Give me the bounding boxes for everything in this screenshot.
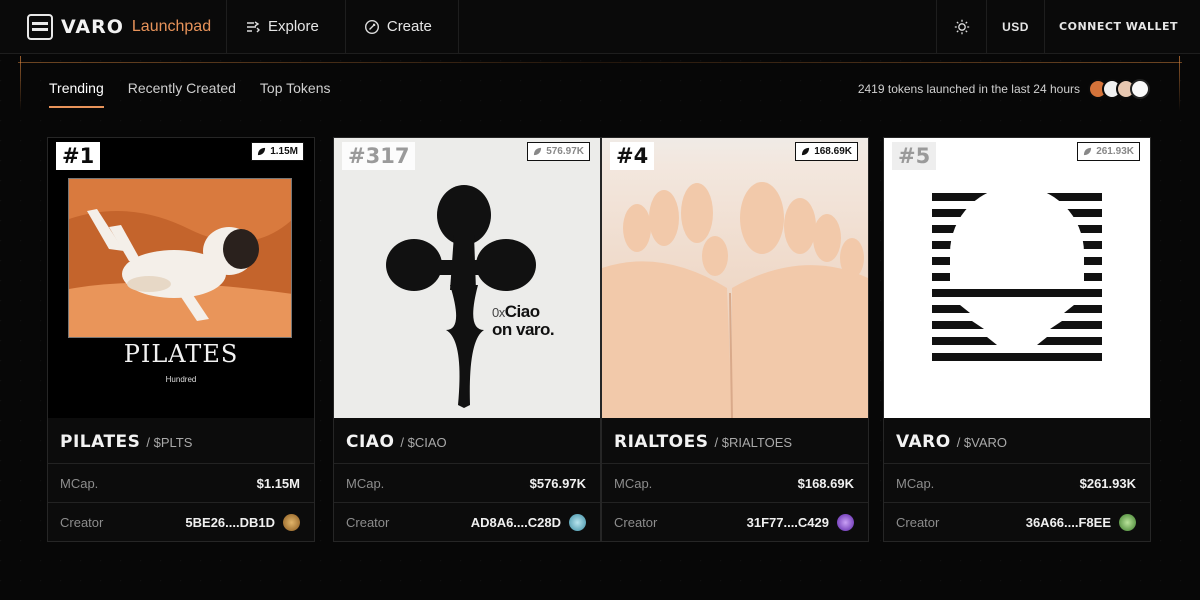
- creator-row: Creator 36A66....F8EE: [884, 502, 1150, 541]
- mcap-row: MCap. $168.69K: [602, 463, 868, 502]
- mcap-label: MCap.: [896, 475, 935, 491]
- creator-row: Creator 31F77....C429: [602, 502, 868, 541]
- explore-icon: [247, 20, 260, 32]
- creator-row: Creator 5BE26....DB1D: [48, 502, 314, 541]
- theme-toggle-button[interactable]: [936, 0, 988, 53]
- leaf-icon: [1084, 147, 1092, 156]
- leaf-icon: [802, 147, 810, 156]
- token-name: PILATES: [60, 432, 141, 452]
- tab-top-tokens[interactable]: Top Tokens: [260, 80, 331, 108]
- nav-create[interactable]: Create: [346, 0, 459, 53]
- dog-photo: [68, 178, 292, 338]
- rank-badge: #4: [610, 142, 655, 170]
- rank-badge: #1: [56, 142, 101, 170]
- leaf-icon: [534, 147, 542, 156]
- token-image: #5 261.93K: [884, 138, 1150, 418]
- rank-badge: #5: [892, 142, 937, 170]
- art-caption: 0xCiao on varo.: [492, 302, 555, 339]
- creator-address[interactable]: 31F77....C429: [747, 515, 829, 530]
- nav-explore-label: Explore: [268, 18, 319, 35]
- token-name: CIAO: [346, 432, 395, 452]
- mcap-badge: 1.15M: [251, 142, 304, 161]
- mcap-row: MCap. $576.97K: [334, 463, 600, 502]
- mcap-badge-value: 576.97K: [546, 146, 584, 157]
- mcap-badge: 261.93K: [1077, 142, 1140, 161]
- creator-label: Creator: [60, 514, 104, 530]
- tab-recently-created[interactable]: Recently Created: [128, 80, 236, 108]
- brand-name: VARO: [61, 15, 124, 38]
- token-image: #317 576.97K 0xCiao on varo.: [334, 138, 600, 418]
- cross-symbol-art: [386, 185, 536, 408]
- creator-address[interactable]: AD8A6....C28D: [471, 515, 561, 530]
- mcap-row: MCap. $261.93K: [884, 463, 1150, 502]
- mcap-value: $576.97K: [529, 475, 586, 491]
- creator-address[interactable]: 36A66....F8EE: [1026, 515, 1111, 530]
- nav-explore[interactable]: Explore: [227, 0, 346, 53]
- varo-logo-icon: [27, 13, 53, 40]
- creator-address[interactable]: 5BE26....DB1D: [185, 515, 275, 530]
- mcap-badge-value: 168.69K: [814, 146, 852, 157]
- top-nav: VARO Launchpad Explore Create USD CONNEC…: [0, 0, 1200, 54]
- rank-badge: #317: [342, 142, 416, 170]
- varo-sun-logo-art: [932, 193, 1102, 361]
- nav-create-label: Create: [386, 18, 432, 35]
- token-ticker: / $VARO: [956, 435, 1008, 450]
- creator-row: Creator AD8A6....C28D: [334, 502, 600, 541]
- connect-wallet-button[interactable]: CONNECT WALLET: [1045, 0, 1200, 53]
- mcap-label: MCap.: [60, 475, 99, 491]
- mcap-label: MCap.: [614, 475, 653, 491]
- mcap-badge: 168.69K: [795, 142, 858, 161]
- tab-trending[interactable]: Trending: [49, 80, 104, 108]
- creator-avatar: [837, 513, 854, 531]
- brand-subtitle: Launchpad: [131, 17, 212, 35]
- mcap-label: MCap.: [346, 475, 385, 491]
- token-card-varo[interactable]: #5 261.93K VARO / $VARO MCap. $261.93K C…: [883, 137, 1151, 542]
- creator-avatar: [1119, 513, 1136, 531]
- mcap-value: $1.15M: [256, 475, 300, 491]
- mcap-value: $261.93K: [1079, 475, 1136, 491]
- token-ticker: / $CIAO: [400, 435, 447, 450]
- mcap-value: $168.69K: [797, 475, 854, 491]
- currency-selector[interactable]: USD: [987, 0, 1046, 53]
- token-card-ciao[interactable]: #317 576.97K 0xCiao on varo. CIAO / $CIAO…: [333, 137, 601, 542]
- tokens-launched-stat: 2419 tokens launched in the last 24 hour…: [857, 82, 1080, 96]
- mcap-badge-value: 1.15M: [270, 146, 298, 157]
- token-ticker: / $PLTS: [146, 435, 193, 450]
- art-subtitle: Hundred: [165, 375, 197, 384]
- accent-edge-left: [20, 56, 21, 111]
- creator-label: Creator: [614, 514, 658, 530]
- token-name: VARO: [896, 432, 951, 452]
- art-title: PILATES: [123, 340, 239, 368]
- token-image: #1 1.15M PILATES Hundred: [48, 138, 314, 418]
- creator-label: Creator: [896, 514, 940, 530]
- token-tabs: Trending Recently Created Top Tokens: [49, 80, 331, 108]
- brand-logo-link[interactable]: VARO Launchpad: [0, 0, 227, 53]
- create-icon: [364, 19, 379, 34]
- creator-avatar: [283, 513, 300, 531]
- leaf-icon: [258, 147, 266, 156]
- token-card-pilates[interactable]: #1 1.15M PILATES Hundred PILATES / $PLTS: [47, 137, 315, 542]
- token-name: RIALTOES: [614, 432, 709, 452]
- creator-avatar: [569, 513, 586, 531]
- mcap-badge: 576.97K: [527, 142, 590, 161]
- mcap-badge-value: 261.93K: [1096, 146, 1134, 157]
- mcap-row: MCap. $1.15M: [48, 463, 314, 502]
- creator-label: Creator: [346, 514, 390, 530]
- recent-creators-avatars[interactable]: [1088, 79, 1150, 99]
- sun-icon: [954, 19, 969, 34]
- feet-photo: [602, 182, 868, 418]
- avatar: [1130, 79, 1150, 99]
- accent-edge-right: [1179, 56, 1180, 111]
- token-ticker: / $RIALTOES: [714, 435, 793, 450]
- token-image: #4 168.69K: [602, 138, 868, 418]
- token-card-rialtoes[interactable]: #4 168.69K RIALTOES / $RIALTOES MCap. $1…: [601, 137, 869, 542]
- accent-divider: [18, 62, 1182, 63]
